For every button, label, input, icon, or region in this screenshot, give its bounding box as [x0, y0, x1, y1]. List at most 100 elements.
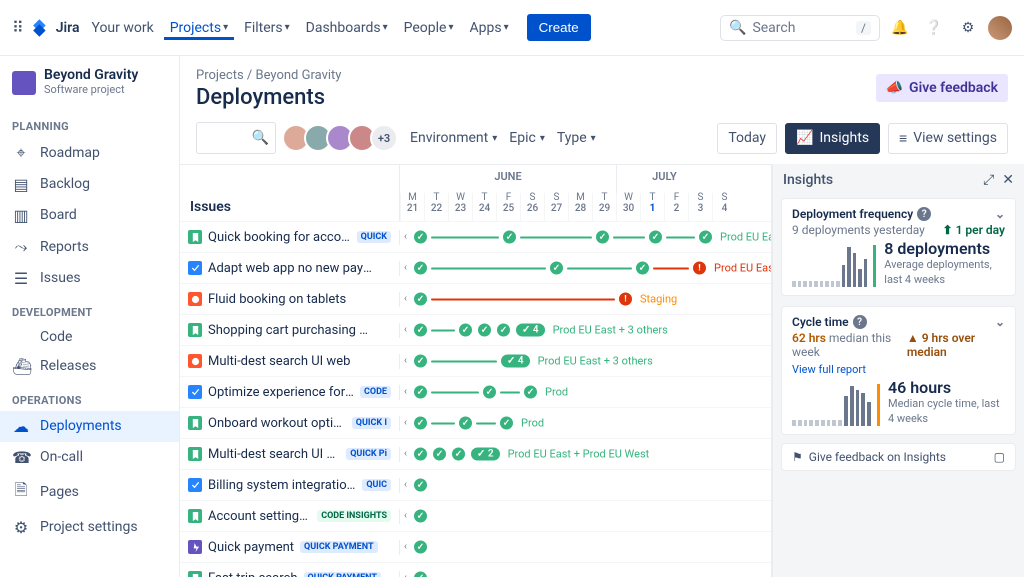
deployment-marker[interactable]: ✓: [481, 384, 498, 401]
view-full-report-link[interactable]: View full report: [792, 363, 1005, 376]
chevron-down-icon[interactable]: ⌄: [995, 207, 1005, 221]
deployment-count[interactable]: ✓ 4: [514, 322, 547, 339]
deployment-marker[interactable]: ✓: [431, 446, 448, 463]
deployment-marker[interactable]: ✓: [647, 229, 664, 246]
help-icon[interactable]: ❔: [920, 14, 948, 42]
breadcrumb-project[interactable]: Beyond Gravity: [256, 68, 342, 83]
timeline-row[interactable]: Quick booking for accommodationsQUICK‹✓✓…: [180, 221, 771, 252]
nav-link-filters[interactable]: Filters ▾: [238, 16, 296, 40]
deployment-marker[interactable]: ✓: [412, 415, 429, 432]
scroll-left-icon[interactable]: ‹: [404, 356, 410, 367]
deployment-count[interactable]: ✓ 2: [469, 446, 502, 463]
deployment-marker[interactable]: ✓: [412, 353, 429, 370]
help-icon[interactable]: ?: [917, 207, 931, 221]
app-switcher-icon[interactable]: ⠿: [12, 18, 24, 37]
nav-link-projects[interactable]: Projects ▾: [164, 16, 234, 40]
chevron-down-icon[interactable]: ⌄: [995, 315, 1005, 329]
epic-tag[interactable]: QUIC: [362, 479, 391, 491]
today-button[interactable]: Today: [717, 123, 777, 154]
type-filter[interactable]: Type▾: [557, 130, 596, 146]
deployment-marker[interactable]: ✓: [412, 446, 429, 463]
help-icon[interactable]: ?: [853, 315, 867, 329]
scroll-left-icon[interactable]: ‹: [404, 263, 410, 274]
expand-icon[interactable]: ⤢: [983, 172, 994, 188]
assignee-filter[interactable]: +3: [288, 124, 398, 152]
issue-cell[interactable]: Account settings defaultsCODE INSIGHTS: [180, 509, 400, 524]
epic-tag[interactable]: CODE: [360, 386, 391, 398]
issue-cell[interactable]: Adapt web app no new payments provider: [180, 261, 400, 276]
project-card[interactable]: Beyond Gravity Software project: [0, 68, 179, 108]
deployment-frequency-card[interactable]: Deployment frequency ? ⌄ 9 deployments y…: [781, 198, 1016, 296]
deployment-marker[interactable]: ✓: [412, 260, 429, 277]
timeline-row[interactable]: Shopping cart purchasing error - quick f…: [180, 314, 771, 345]
timeline-row[interactable]: Quick paymentQUICK PAYMENT ‹✓: [180, 531, 771, 562]
deployment-marker[interactable]: ✓: [412, 508, 429, 525]
close-icon[interactable]: ✕: [1002, 172, 1014, 188]
scroll-left-icon[interactable]: ‹: [404, 325, 410, 336]
deployment-marker[interactable]: ✓: [412, 384, 429, 401]
environment-filter[interactable]: Environment▾: [410, 130, 497, 146]
epic-tag[interactable]: QUICK PAYMENT: [304, 572, 381, 577]
settings-icon[interactable]: ⚙: [954, 14, 982, 42]
deployment-marker[interactable]: ✓: [501, 229, 518, 246]
sidebar-item-roadmap[interactable]: ⌖Roadmap: [0, 137, 179, 169]
timeline-row[interactable]: Optimize experience for mobile webCODE‹✓…: [180, 376, 771, 407]
sidebar-item-issues[interactable]: ☰Issues: [0, 263, 179, 294]
issue-cell[interactable]: Fluid booking on tablets: [180, 292, 400, 307]
scroll-left-icon[interactable]: ‹: [404, 542, 410, 553]
epic-filter[interactable]: Epic▾: [509, 130, 545, 146]
avatars-more[interactable]: +3: [370, 124, 398, 152]
jira-logo[interactable]: Jira: [30, 18, 80, 38]
notifications-icon[interactable]: 🔔: [886, 14, 914, 42]
scroll-left-icon[interactable]: ‹: [404, 573, 410, 577]
issue-cell[interactable]: Multi-dest search UI web: [180, 354, 400, 369]
sidebar-item-pages[interactable]: 🗎Pages: [0, 473, 179, 512]
deployment-marker[interactable]: ✓: [522, 384, 539, 401]
issue-cell[interactable]: Multi-dest search UI mobilewebQUICK Pi: [180, 447, 400, 462]
deployment-marker[interactable]: ✓: [412, 539, 429, 556]
deployment-marker[interactable]: ✓: [476, 322, 493, 339]
sidebar-item-code[interactable]: Code: [0, 323, 179, 351]
deployment-marker[interactable]: ✓: [412, 570, 429, 577]
deployment-marker[interactable]: ✓: [412, 229, 429, 246]
global-search[interactable]: 🔍 Search /: [720, 15, 880, 41]
issue-search[interactable]: 🔍: [196, 122, 276, 154]
sidebar-item-board[interactable]: ▥Board: [0, 200, 179, 231]
insights-feedback[interactable]: ⚑ Give feedback on Insights ▢: [781, 443, 1016, 471]
scroll-left-icon[interactable]: ‹: [404, 294, 410, 305]
epic-tag[interactable]: QUICK Pi: [346, 448, 391, 460]
nav-link-dashboards[interactable]: Dashboards ▾: [300, 16, 394, 40]
deployment-marker[interactable]: ✓: [457, 415, 474, 432]
create-button[interactable]: Create: [527, 14, 591, 41]
sidebar-item-on-call[interactable]: ☎On-call: [0, 442, 179, 473]
insights-toggle[interactable]: 📈 Insights: [785, 123, 880, 154]
scroll-left-icon[interactable]: ‹: [404, 387, 410, 398]
deployment-marker[interactable]: ✓: [594, 229, 611, 246]
timeline-row[interactable]: Multi-dest search UI mobilewebQUICK Pi‹✓…: [180, 438, 771, 469]
scroll-left-icon[interactable]: ‹: [404, 232, 410, 243]
nav-link-people[interactable]: People ▾: [398, 16, 460, 40]
scroll-left-icon[interactable]: ‹: [404, 449, 410, 460]
deployment-marker[interactable]: ✓: [495, 322, 512, 339]
scroll-left-icon[interactable]: ‹: [404, 418, 410, 429]
cycle-time-card[interactable]: Cycle time ? ⌄ 62 hrs median this week ▲…: [781, 306, 1016, 435]
scroll-left-icon[interactable]: ‹: [404, 511, 410, 522]
deployment-marker[interactable]: ✓: [412, 477, 429, 494]
deployment-marker[interactable]: ✓: [412, 291, 429, 308]
deployment-marker[interactable]: ✓: [457, 322, 474, 339]
issue-cell[interactable]: Shopping cart purchasing error - quick f…: [180, 323, 400, 338]
deployment-marker[interactable]: ✓: [548, 260, 565, 277]
deployment-marker[interactable]: ✓: [634, 260, 651, 277]
deployment-marker[interactable]: ✓: [412, 322, 429, 339]
deployment-marker[interactable]: !: [617, 291, 634, 308]
sidebar-item-releases[interactable]: ⛴Releases: [0, 351, 179, 382]
issue-cell[interactable]: Quick paymentQUICK PAYMENT: [180, 540, 400, 555]
sidebar-item-project-settings[interactable]: ⚙Project settings: [0, 512, 179, 543]
issue-cell[interactable]: Fast trip searchQUICK PAYMENT: [180, 571, 400, 577]
timeline-row[interactable]: Onboard workout options (OWO)QUICK I‹✓✓✓…: [180, 407, 771, 438]
deployments-timeline[interactable]: JUNE JULY Issues M21T22W23T24F25S26S27M2…: [180, 164, 772, 577]
timeline-row[interactable]: Multi-dest search UI web‹✓✓ 4 Prod EU Ea…: [180, 345, 771, 376]
timeline-row[interactable]: Account settings defaultsCODE INSIGHTS ‹✓: [180, 500, 771, 531]
sidebar-item-deployments[interactable]: ☁Deployments: [0, 411, 179, 442]
epic-tag[interactable]: QUICK: [357, 231, 391, 243]
